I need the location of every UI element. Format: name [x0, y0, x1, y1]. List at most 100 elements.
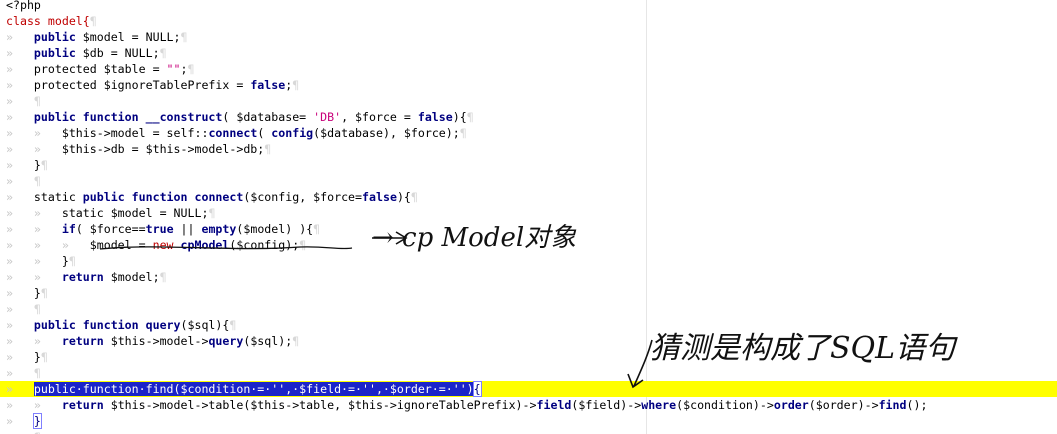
code-token: public [33, 30, 76, 44]
code-token: ¶ [68, 254, 76, 268]
code-token: ¶ [292, 78, 300, 92]
code-token: return [61, 334, 104, 348]
code-token: » [6, 318, 34, 332]
code-token: protected $table = [33, 62, 167, 76]
code-token: » [6, 94, 34, 108]
code-token: || [173, 222, 202, 236]
code-text: » » if( $force==true || empty($model) ){… [6, 221, 320, 237]
code-token: 'DB' [313, 110, 342, 124]
code-text: » » return $this->model->table($this->ta… [6, 397, 927, 413]
code-line[interactable]: » » $this->db = $this->model->db;¶ [0, 141, 1057, 157]
code-token: ($sql){ [180, 318, 230, 332]
code-token: ¶ [33, 366, 41, 380]
code-token: $model = [89, 238, 153, 252]
code-text: » public function query($sql){¶ [6, 317, 236, 333]
code-token: » [6, 382, 34, 396]
code-line[interactable]: » ¶ [0, 93, 1057, 109]
code-token: $this->db = $this->model->db; [61, 142, 265, 156]
code-token: ($model) ){ [236, 222, 314, 236]
code-line[interactable]: » ¶ [0, 301, 1057, 317]
code-line[interactable]: » public function __construct( $database… [0, 109, 1057, 125]
code-token: ¶ [292, 334, 300, 348]
code-line[interactable]: » » » $model = new cpModel($config);¶ [0, 237, 1057, 253]
code-line[interactable]: » » return $model;¶ [0, 269, 1057, 285]
code-line[interactable]: » » return $this->model->table($this->ta… [0, 397, 1057, 413]
current-line[interactable]: » public·function·find($condition·=·'',·… [0, 381, 1057, 397]
code-token: » [6, 286, 34, 300]
code-token: » [6, 302, 34, 316]
code-token: public function [33, 318, 139, 332]
code-line[interactable]: » } [0, 413, 1057, 429]
code-line[interactable]: » protected $table = "";¶ [0, 61, 1057, 77]
code-text: » ¶ [6, 301, 41, 317]
code-token: ¶ [40, 286, 48, 300]
code-token: , $force = [341, 110, 418, 124]
code-token: » » [6, 398, 62, 412]
code-token: public function [33, 110, 139, 124]
code-text: » ¶ [6, 93, 41, 109]
code-token: $this->model-> [103, 334, 209, 348]
code-text: » » $this->model = self::connect( config… [6, 125, 467, 141]
code-token: find [878, 398, 907, 412]
code-token: false [417, 110, 453, 124]
code-line[interactable]: » }¶ [0, 285, 1057, 301]
code-line[interactable]: » » return $this->model->query($sql);¶ [0, 333, 1057, 349]
code-token: ¶ [264, 142, 272, 156]
code-token: __construct [145, 110, 223, 124]
code-line[interactable]: class model{¶ [0, 13, 1057, 29]
code-line[interactable]: <?php [0, 0, 1057, 13]
code-text: » public $model = NULL;¶ [6, 29, 188, 45]
code-token: } [33, 350, 41, 364]
code-line[interactable]: » public $model = NULL;¶ [0, 29, 1057, 45]
code-text: » » }¶ [6, 253, 76, 269]
code-token: order [773, 398, 809, 412]
code-text: » public $db = NULL;¶ [6, 45, 167, 61]
code-text: » ¶ [6, 365, 41, 381]
code-token: (); [906, 398, 928, 412]
code-token: ¶ [33, 94, 41, 108]
code-token: connect [208, 126, 258, 140]
code-token: new [152, 238, 174, 252]
code-token: class [6, 14, 41, 28]
code-token: false [250, 78, 286, 92]
code-line[interactable]: » }¶ [0, 349, 1057, 365]
code-token: » [6, 46, 34, 60]
code-token: ($field)-> [571, 398, 642, 412]
code-line[interactable]: » protected $ignoreTablePrefix = false;¶ [0, 77, 1057, 93]
code-token: ){ [396, 190, 411, 204]
code-token: » [6, 110, 34, 124]
code-token: false [362, 190, 397, 204]
code-line[interactable]: » » static $model = NULL;¶ [0, 205, 1057, 221]
code-token: ¶ [313, 222, 321, 236]
code-editor[interactable]: <?php class model{¶» public $model = NULL… [0, 0, 1057, 434]
code-token: » » [6, 334, 62, 348]
code-token: query [208, 334, 244, 348]
code-text: class model{¶ [6, 13, 97, 29]
code-line[interactable]: » public $db = NULL;¶ [0, 45, 1057, 61]
code-line[interactable]: » » }¶ [0, 253, 1057, 269]
code-token: if [61, 222, 76, 236]
code-line[interactable]: » public function query($sql){¶ [0, 317, 1057, 333]
code-token: ($config, $force= [243, 190, 363, 204]
code-line[interactable]: » » $this->model = self::connect( config… [0, 125, 1057, 141]
code-line[interactable]: » ¶ [0, 173, 1057, 189]
code-token: » [6, 414, 34, 428]
code-line[interactable]: » » if( $force==true || empty($model) ){… [0, 221, 1057, 237]
code-token: ($config); [229, 238, 300, 252]
code-token: » [6, 366, 34, 380]
code-line[interactable]: » ¶ [0, 429, 1057, 434]
code-token: field [536, 398, 572, 412]
code-line[interactable]: » ¶ [0, 365, 1057, 381]
code-token: » » [6, 206, 62, 220]
code-line[interactable]: » static public function connect($config… [0, 189, 1057, 205]
code-token: public function [82, 190, 188, 204]
code-token: } [33, 286, 41, 300]
code-token: ){ [452, 110, 467, 124]
code-line[interactable]: » }¶ [0, 157, 1057, 173]
code-token: ( $force== [75, 222, 146, 236]
code-text: » » static $model = NULL;¶ [6, 205, 215, 221]
code-token: ¶ [40, 350, 48, 364]
